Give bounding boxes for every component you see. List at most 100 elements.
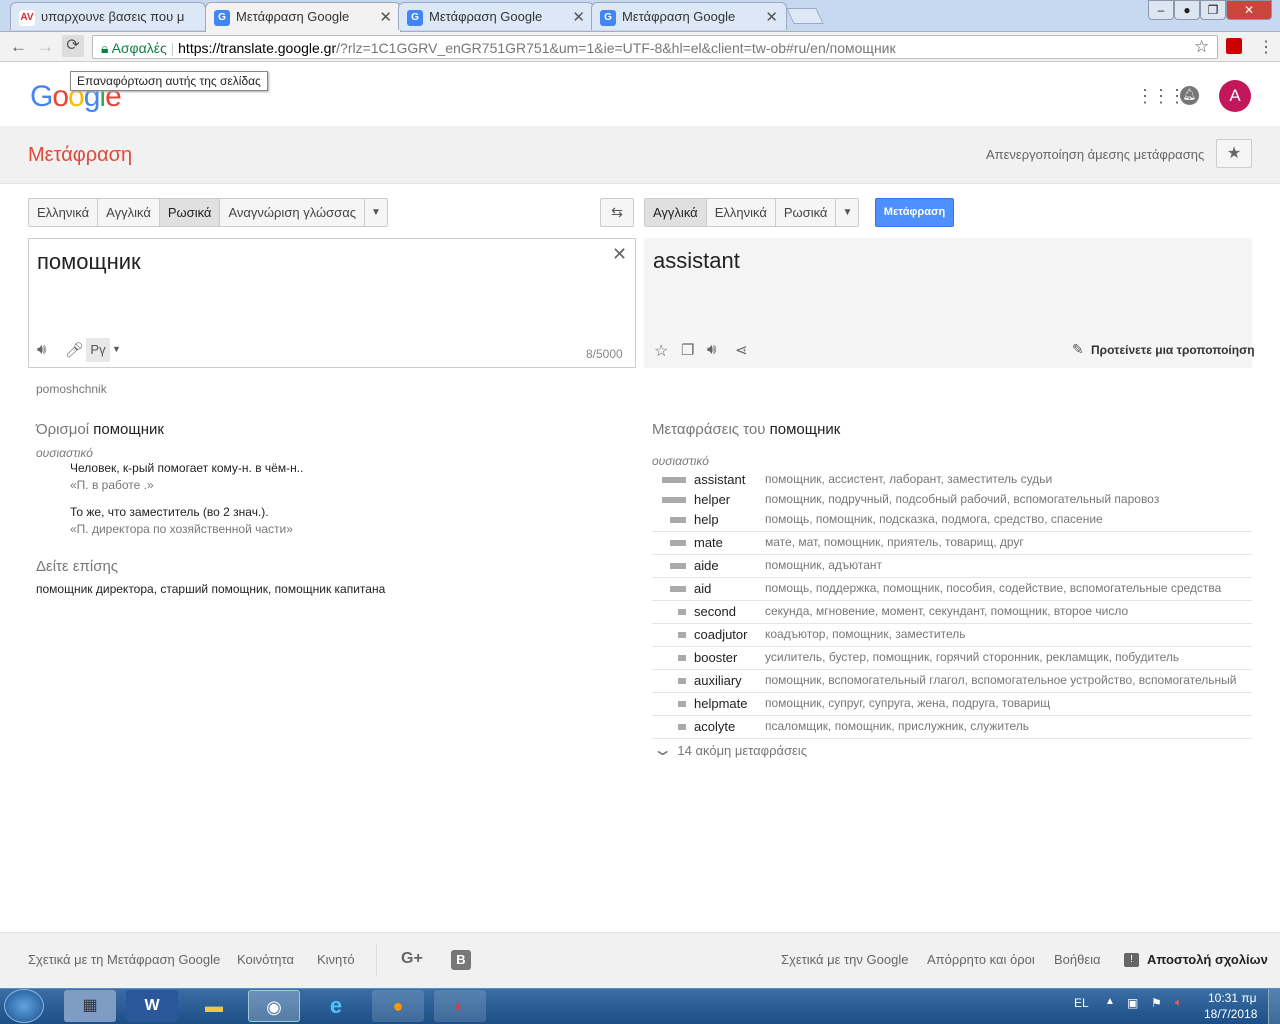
translation-word[interactable]: helper [694, 492, 730, 507]
reverse-translations[interactable]: помощник, вспомогательный глагол, вспомо… [765, 673, 1252, 687]
minimize-icon[interactable]: – [1148, 0, 1174, 20]
google-plus-icon[interactable]: G+ [401, 950, 423, 968]
browser-tab[interactable]: AV υπαρχουνε βασεις που μ [10, 2, 206, 30]
more-translations-link[interactable]: ⌄ 14 ακόμη μεταφράσεις [652, 740, 807, 760]
network-icon[interactable]: ▣ [1127, 996, 1138, 1010]
clock-date[interactable]: 18/7/2018 [1204, 1007, 1257, 1021]
translation-row[interactable]: aide помощник, адъютант [652, 555, 1252, 578]
extension-icon[interactable] [1226, 38, 1242, 54]
translation-word[interactable]: aide [694, 558, 719, 573]
notifications-bell-icon[interactable]: 🔔︎ [1180, 86, 1199, 105]
source-lang-russian[interactable]: Ρωσικά [159, 199, 221, 226]
forward-icon[interactable]: → [37, 37, 54, 57]
reverse-translations[interactable]: помощник, ассистент, лаборант, заместите… [765, 472, 1252, 486]
translation-row[interactable]: booster усилитель, бустер, помощник, горя… [652, 647, 1252, 670]
source-lang-greek[interactable]: Ελληνικά [29, 199, 99, 226]
footer-about-google-link[interactable]: Σχετικά με την Google [781, 952, 908, 967]
microphone-icon[interactable]: 🎤︎ [65, 341, 84, 359]
footer-privacy-link[interactable]: Απόρρητο και όροι [927, 952, 1035, 967]
blogger-icon[interactable]: B [451, 950, 471, 970]
translation-row[interactable]: help помощь, помощник, подсказка, подмога… [652, 509, 1252, 532]
translation-word[interactable]: assistant [694, 472, 745, 487]
listen-translation-speaker-icon[interactable]: 🔊︎ [707, 341, 716, 358]
translation-word[interactable]: second [694, 604, 736, 619]
target-lang-greek[interactable]: Ελληνικά [707, 199, 776, 226]
app-icon[interactable]: ◐ [434, 990, 486, 1022]
source-lang-detect[interactable]: Αναγνώριση γλώσσας [220, 199, 365, 226]
reverse-translations[interactable]: помощник, адъютант [765, 558, 1252, 572]
footer-help-link[interactable]: Βοήθεια [1054, 952, 1101, 967]
see-also-list[interactable]: помощник директора, старший помощник, по… [36, 582, 385, 596]
user-icon[interactable]: ● [1174, 0, 1200, 20]
start-button[interactable] [4, 989, 44, 1023]
translation-word[interactable]: acolyte [694, 719, 735, 734]
share-icon[interactable]: ⋖ [735, 341, 748, 359]
clock-time[interactable]: 10:31 πμ [1208, 991, 1257, 1005]
input-language[interactable]: EL [1074, 996, 1089, 1010]
translation-row[interactable]: aid помощь, поддержка, помощник, пособия,… [652, 578, 1252, 601]
footer-feedback-link[interactable]: Αποστολή σχολίων [1147, 952, 1268, 967]
phrasebook-star-button[interactable]: ★ [1216, 139, 1252, 168]
show-desktop-button[interactable] [1268, 989, 1280, 1024]
apps-grid-icon[interactable]: ⋮⋮⋮ [1136, 86, 1186, 107]
suggest-edit-link[interactable]: Προτείνετε μια τροποποίηση [1091, 343, 1255, 357]
flag-icon[interactable]: ⚑ [1151, 996, 1162, 1010]
translate-button[interactable]: Μετάφραση [875, 198, 954, 227]
close-tab-icon[interactable]: ✕ [572, 8, 585, 26]
instant-translation-toggle[interactable]: Απενεργοποίηση άμεσης μετάφρασης [986, 147, 1204, 162]
translation-word[interactable]: coadjutor [694, 627, 747, 642]
translation-row[interactable]: auxiliary помощник, вспомогательный глаго… [652, 670, 1252, 693]
menu-kebab-icon[interactable]: ⋮ [1258, 37, 1274, 57]
word-icon[interactable]: W [126, 990, 178, 1022]
target-lang-dropdown-icon[interactable]: ▼ [836, 199, 858, 226]
translation-row[interactable]: acolyte псаломщик, помощник, прислужник, … [652, 716, 1252, 739]
tray-expand-icon[interactable]: ▲ [1105, 996, 1115, 1007]
bookmark-star-icon[interactable]: ☆ [1194, 37, 1209, 57]
input-tools-button[interactable]: Рү [86, 338, 110, 362]
target-lang-english[interactable]: Αγγλικά [645, 199, 707, 226]
source-lang-dropdown-icon[interactable]: ▼ [365, 199, 387, 226]
close-tab-icon[interactable]: ✕ [765, 8, 778, 26]
file-explorer-icon[interactable]: ▬ [188, 990, 240, 1022]
internet-explorer-icon[interactable]: e [310, 990, 362, 1022]
close-window-icon[interactable]: ✕ [1226, 0, 1272, 20]
reverse-translations[interactable]: псаломщик, помощник, прислужник, служите… [765, 719, 1252, 733]
translation-row[interactable]: mate мате, мат, помощник, приятель, товар… [652, 532, 1252, 555]
translation-word[interactable]: booster [694, 650, 737, 665]
copy-icon[interactable]: ❐ [681, 341, 694, 359]
avatar[interactable]: A [1219, 80, 1251, 112]
browser-tab-active[interactable]: G Μετάφραση Google ✕ [205, 2, 401, 32]
back-icon[interactable]: ← [10, 37, 27, 57]
reverse-translations[interactable]: помощник, подручный, подсобный рабочий, … [765, 492, 1252, 506]
input-tools-dropdown-icon[interactable]: ▼ [112, 344, 121, 354]
firefox-icon[interactable]: ● [372, 990, 424, 1022]
translation-row[interactable]: coadjutor коадъютор, помощник, заместител… [652, 624, 1252, 647]
volume-muted-icon[interactable]: 🔈︎ [1175, 995, 1182, 1010]
browser-tab[interactable]: G Μετάφραση Google ✕ [398, 2, 594, 30]
footer-about-link[interactable]: Σχετικά με τη Μετάφραση Google [28, 952, 220, 967]
chrome-icon[interactable]: ◉ [248, 990, 300, 1022]
reverse-translations[interactable]: секунда, мгновение, момент, секундант, п… [765, 604, 1252, 618]
reload-icon[interactable]: ⟳ [62, 35, 84, 57]
translation-word[interactable]: help [694, 512, 719, 527]
translation-word[interactable]: aid [694, 581, 711, 596]
listen-source-speaker-icon[interactable]: 🔊︎ [37, 341, 46, 358]
restore-icon[interactable]: ❐ [1200, 0, 1226, 20]
reverse-translations[interactable]: мате, мат, помощник, приятель, товарищ, … [765, 535, 1252, 549]
target-lang-russian[interactable]: Ρωσικά [776, 199, 837, 226]
feedback-icon[interactable]: ! [1124, 953, 1139, 967]
reverse-translations[interactable]: помощь, поддержка, помощник, пособия, со… [765, 581, 1252, 595]
translation-word[interactable]: auxiliary [694, 673, 742, 688]
footer-mobile-link[interactable]: Κινητό [317, 952, 355, 967]
reverse-translations[interactable]: помощь, помощник, подсказка, подмога, ср… [765, 512, 1252, 526]
address-bar[interactable]: 🔒︎ Ασφαλές | https://translate.google.gr… [92, 35, 1218, 59]
close-tab-icon[interactable]: ✕ [379, 8, 392, 26]
reverse-translations[interactable]: помощник, супруг, супруга, жена, подруга… [765, 696, 1252, 710]
reverse-translations[interactable]: усилитель, бустер, помощник, горячий сто… [765, 650, 1252, 664]
source-text[interactable]: помощник [37, 249, 141, 275]
star-translation-icon[interactable]: ☆ [654, 341, 668, 361]
swap-languages-button[interactable]: ⇆ [600, 198, 634, 227]
translation-row[interactable]: second секунда, мгновение, момент, секунд… [652, 601, 1252, 624]
clear-source-icon[interactable]: ✕ [612, 244, 627, 265]
browser-tab[interactable]: G Μετάφραση Google ✕ [591, 2, 787, 30]
